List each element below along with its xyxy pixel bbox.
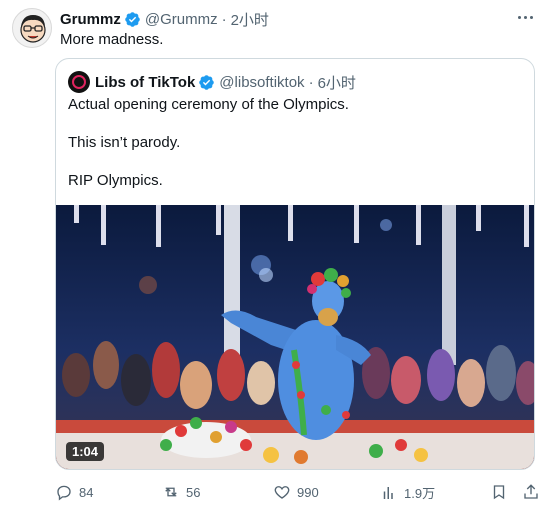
reply-button[interactable]: 84: [55, 483, 93, 501]
repost-count: 56: [186, 484, 201, 500]
video-duration: 1:04: [66, 442, 105, 461]
tweet-text: More madness.: [60, 31, 164, 48]
bookmark-button[interactable]: [490, 483, 508, 506]
share-button[interactable]: [522, 483, 540, 506]
author-name[interactable]: Grummz: [60, 11, 121, 28]
video-player[interactable]: 1:04: [56, 205, 534, 469]
separator-dot: ·: [308, 73, 314, 91]
verified-badge-icon: [124, 11, 141, 28]
like-count: 990: [297, 484, 319, 500]
quoted-tweet-header: Libs of TikTok @libsoftiktok · 6小时: [68, 71, 356, 93]
heart-icon: [274, 486, 290, 499]
repost-button[interactable]: 56: [162, 483, 200, 501]
quoted-author-handle[interactable]: @libsoftiktok: [219, 74, 304, 91]
quoted-author-avatar[interactable]: [68, 71, 90, 93]
reply-icon: [57, 485, 71, 501]
quoted-text-line-2: This isn’t parody.: [68, 134, 181, 151]
quoted-post-time[interactable]: 6小时: [318, 72, 356, 93]
quoted-text-line-3: RIP Olympics.: [68, 172, 163, 189]
views-icon: [383, 486, 393, 499]
verified-badge-icon: [198, 74, 215, 91]
bookmark-icon: [493, 485, 505, 500]
author-handle[interactable]: @Grummz: [145, 11, 218, 28]
video-frame: [56, 205, 534, 469]
views-button[interactable]: 1.9万: [380, 483, 435, 502]
tweet[interactable]: Grummz @Grummz · 2小时 More madness. Libs …: [0, 0, 550, 512]
quoted-author-name[interactable]: Libs of TikTok: [95, 74, 195, 91]
post-time[interactable]: 2小时: [231, 9, 269, 30]
tweet-header: Grummz @Grummz · 2小时: [60, 9, 269, 30]
quoted-tweet[interactable]: Libs of TikTok @libsoftiktok · 6小时 Actua…: [55, 58, 535, 470]
separator-dot: ·: [221, 11, 227, 28]
views-count: 1.9万: [404, 486, 436, 501]
more-icon[interactable]: [514, 8, 536, 26]
quoted-text-line-1: Actual opening ceremony of the Olympics.: [68, 96, 349, 113]
reply-count: 84: [79, 484, 94, 500]
action-bar: 84 56 990 1.9万: [55, 483, 545, 503]
repost-icon: [165, 487, 177, 497]
like-button[interactable]: 990: [273, 483, 319, 501]
share-icon: [524, 484, 538, 499]
author-avatar[interactable]: [12, 8, 52, 48]
